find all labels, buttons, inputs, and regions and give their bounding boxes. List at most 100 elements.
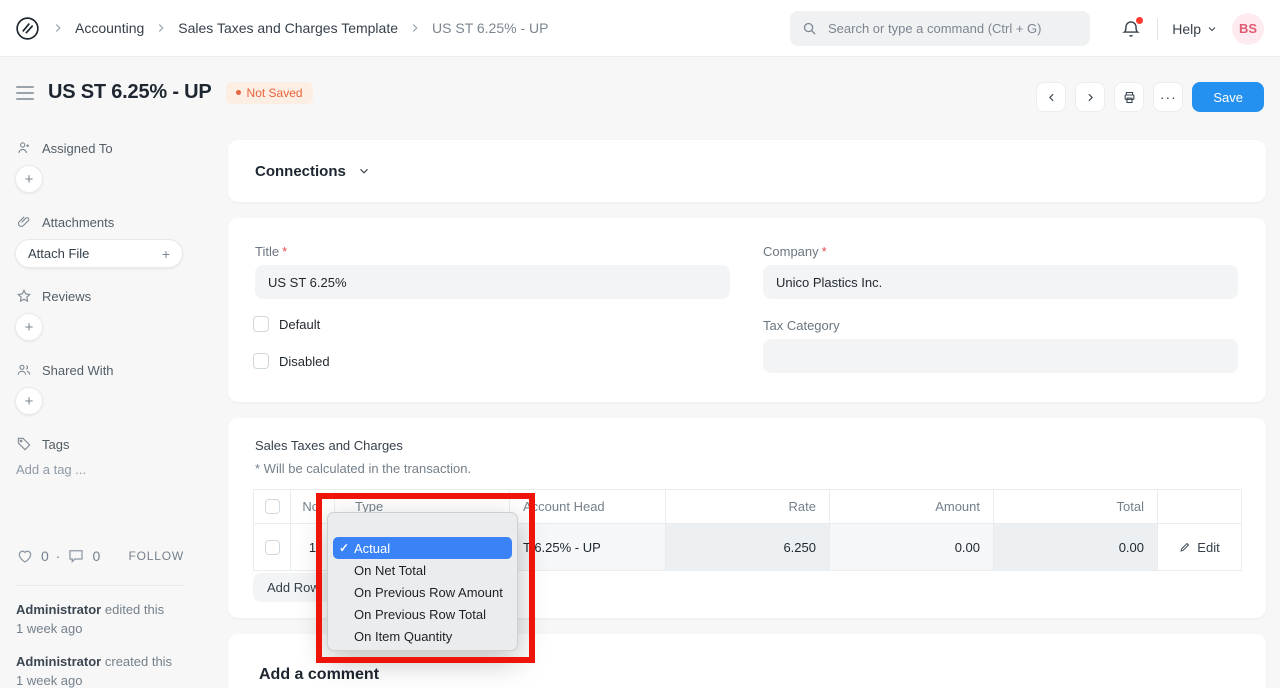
sidebar-assigned-to: Assigned To	[16, 140, 113, 156]
connections-section[interactable]: Connections	[228, 140, 1266, 202]
avatar[interactable]: BS	[1232, 13, 1264, 45]
notifications-bell-icon[interactable]	[1119, 17, 1143, 41]
status-text: Not Saved	[247, 86, 303, 100]
select-all-checkbox[interactable]	[265, 499, 280, 514]
dropdown-option-on-item-quantity[interactable]: On Item Quantity	[333, 625, 512, 647]
document-follow-row: 0 · 0 FOLLOW	[16, 547, 184, 565]
breadcrumb: Accounting Sales Taxes and Charges Templ…	[14, 0, 548, 56]
navbar-right: Help BS	[1119, 0, 1264, 57]
app-logo-icon[interactable]	[14, 15, 41, 42]
row-select-cell	[254, 524, 290, 570]
divider	[1157, 18, 1158, 40]
paperclip-icon	[16, 214, 32, 230]
menu-button[interactable]: ···	[1153, 82, 1183, 112]
help-label: Help	[1172, 21, 1201, 37]
page-actions: ··· Save	[1036, 82, 1264, 112]
row-account-head-cell[interactable]: T 6.25% - UP	[509, 524, 665, 570]
star-icon	[16, 288, 32, 304]
row-edit-button[interactable]: Edit	[1157, 524, 1241, 570]
page-title: US ST 6.25% - UP	[48, 81, 212, 104]
user-plus-icon	[16, 140, 32, 156]
type-dropdown-menu: ✓ Actual On Net Total On Previous Row Am…	[327, 512, 518, 651]
col-header-account-head: Account Head	[509, 490, 665, 523]
save-button[interactable]: Save	[1192, 82, 1264, 112]
notification-dot	[1136, 17, 1143, 24]
tag-icon	[16, 436, 32, 452]
like-count: 0	[41, 548, 49, 564]
default-checkbox-row[interactable]: Default	[253, 316, 320, 332]
col-header-actions	[1157, 490, 1241, 523]
row-amount-cell[interactable]: 0.00	[829, 524, 993, 570]
plus-icon: +	[162, 246, 170, 262]
taxes-table-label: Sales Taxes and Charges	[255, 438, 403, 453]
chevron-down-icon	[357, 164, 371, 178]
sidebar-shared-with: Shared With	[16, 362, 114, 378]
tax-category-field-label: Tax Category	[763, 318, 840, 333]
col-header-rate: Rate	[665, 490, 829, 523]
company-field-label: Company*	[763, 244, 827, 259]
check-icon: ✓	[339, 541, 349, 555]
help-menu[interactable]: Help	[1172, 21, 1218, 37]
disabled-checkbox-row[interactable]: Disabled	[253, 353, 330, 369]
dropdown-option-on-previous-row-total[interactable]: On Previous Row Total	[333, 603, 512, 625]
add-assignment-button[interactable]: +	[15, 165, 43, 193]
navbar: Accounting Sales Taxes and Charges Templ…	[0, 0, 1280, 57]
row-rate-cell[interactable]: 6.250	[665, 524, 829, 570]
col-header-amount: Amount	[829, 490, 993, 523]
page-header: US ST 6.25% - UP Not Saved	[16, 81, 313, 104]
default-label: Default	[279, 317, 320, 332]
users-icon	[16, 362, 32, 378]
sidebar-reviews: Reviews	[16, 288, 91, 304]
comment-section-title: Add a comment	[259, 666, 379, 684]
details-section: Title* Default Disabled Company* Tax Cat…	[228, 218, 1266, 402]
dropdown-option-on-net-total[interactable]: On Net Total	[333, 559, 512, 581]
default-checkbox[interactable]	[253, 316, 269, 332]
pencil-icon	[1179, 541, 1191, 553]
sidebar-toggle-icon[interactable]	[16, 83, 34, 103]
add-tag-field[interactable]: Add a tag ...	[16, 462, 86, 477]
disabled-label: Disabled	[279, 354, 330, 369]
select-all-cell	[254, 490, 290, 523]
prev-record-button[interactable]	[1036, 82, 1066, 112]
tax-category-field[interactable]	[763, 339, 1238, 373]
separator-dot: ·	[56, 548, 61, 564]
chevron-right-icon	[408, 21, 422, 35]
dropdown-option-on-previous-row-amount[interactable]: On Previous Row Amount	[333, 581, 512, 603]
activity-created: Administrator created this 1 week ago	[16, 652, 201, 688]
add-review-button[interactable]: +	[15, 313, 43, 341]
breadcrumb-accounting[interactable]: Accounting	[75, 20, 144, 36]
company-field[interactable]	[763, 265, 1238, 299]
required-marker: *	[822, 244, 827, 259]
required-marker: *	[282, 244, 287, 259]
title-field[interactable]	[255, 265, 730, 299]
attach-file-button[interactable]: Attach File +	[15, 239, 183, 268]
add-share-button[interactable]: +	[15, 387, 43, 415]
global-search[interactable]	[790, 11, 1090, 46]
connections-title: Connections	[255, 163, 346, 180]
ellipsis-icon: ···	[1160, 90, 1177, 104]
status-dot	[236, 90, 241, 95]
add-row-button[interactable]: Add Row	[253, 573, 334, 602]
chevron-right-icon	[154, 21, 168, 35]
next-record-button[interactable]	[1075, 82, 1105, 112]
print-button[interactable]	[1114, 82, 1144, 112]
disabled-checkbox[interactable]	[253, 353, 269, 369]
dropdown-option-actual[interactable]: ✓ Actual	[333, 537, 512, 559]
comment-count: 0	[92, 548, 100, 564]
heart-icon[interactable]	[16, 547, 34, 565]
breadcrumb-current: US ST 6.25% - UP	[432, 20, 548, 36]
search-icon	[802, 21, 817, 36]
breadcrumb-doctype[interactable]: Sales Taxes and Charges Template	[178, 20, 398, 36]
row-checkbox[interactable]	[265, 540, 280, 555]
sidebar-tags: Tags	[16, 436, 69, 452]
chevron-right-icon	[51, 21, 65, 35]
comment-icon[interactable]	[67, 547, 85, 565]
sidebar-attachments: Attachments	[16, 214, 114, 230]
row-total-cell[interactable]: 0.00	[993, 524, 1157, 570]
chevron-down-icon	[1206, 23, 1218, 35]
search-input[interactable]	[826, 20, 1078, 37]
app-window: Accounting Sales Taxes and Charges Templ…	[0, 0, 1280, 688]
col-header-total: Total	[993, 490, 1157, 523]
follow-button[interactable]: FOLLOW	[129, 549, 184, 563]
activity-edited: Administrator edited this 1 week ago	[16, 600, 201, 638]
